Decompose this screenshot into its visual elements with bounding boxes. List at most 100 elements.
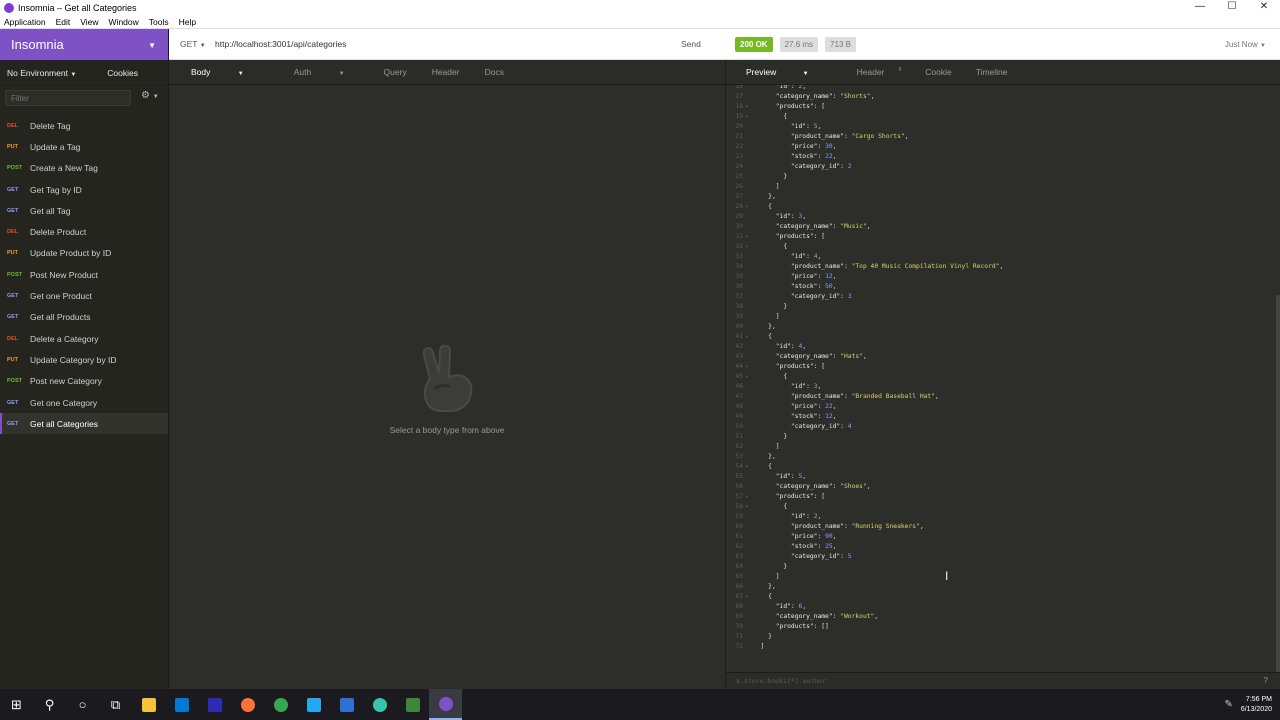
clock[interactable]: 7:56 PM 6/13/2020 <box>1241 695 1272 715</box>
menu-tools[interactable]: Tools <box>149 17 169 27</box>
fold-toggle-icon[interactable]: ▾ <box>743 332 751 342</box>
json-line: 36 "stock": 50, <box>726 282 1003 292</box>
fold-toggle-icon[interactable]: ▾ <box>743 592 751 602</box>
sidebar-request-item[interactable]: GET Get all Categories <box>0 413 168 435</box>
line-number: 40 <box>735 323 743 330</box>
sidebar-request-item[interactable]: PUT Update a Tag <box>0 136 168 157</box>
tab-cookie[interactable]: Cookie <box>925 67 951 77</box>
fold-toggle-icon <box>743 432 751 442</box>
close-button[interactable]: ✕ <box>1248 0 1280 15</box>
menu-window[interactable]: Window <box>109 17 139 27</box>
fold-toggle-icon[interactable]: ▾ <box>743 112 751 122</box>
json-text: "id": 3, <box>790 383 822 390</box>
fold-toggle-icon[interactable]: ▾ <box>743 502 751 512</box>
fold-toggle-icon[interactable]: ▾ <box>743 232 751 242</box>
menu-help[interactable]: Help <box>179 17 196 27</box>
json-text: "stock": 50, <box>790 283 837 290</box>
menu-application[interactable]: Application <box>4 17 46 27</box>
json-line: 71 } <box>726 632 1003 642</box>
search-icon[interactable]: ⚲ <box>33 689 66 720</box>
sidebar-request-item[interactable]: DEL Delete a Category <box>0 328 168 349</box>
clock-date: 6/13/2020 <box>1240 705 1272 713</box>
store-icon[interactable] <box>165 689 198 720</box>
response-filter-input[interactable]: $.store.books[*].author <box>736 677 826 685</box>
tab-body[interactable]: Body ▼ <box>180 67 258 77</box>
request-method-badge: GET <box>7 420 19 427</box>
tab-response-header[interactable]: Header 8 <box>847 67 902 77</box>
line-number: 48 <box>735 403 743 410</box>
tab-query[interactable]: Query <box>384 67 407 77</box>
json-viewer: 16 "id": 2, 17 "category_name": "Shorts",… <box>726 85 1003 652</box>
peace-hand-icon <box>422 345 473 412</box>
sidebar-request-item[interactable]: PUT Update Category by ID <box>0 349 168 370</box>
help-icon[interactable]: ? <box>1264 673 1268 689</box>
fold-toggle-icon <box>743 192 751 202</box>
sidebar-request-item[interactable]: POST Create a New Tag <box>0 158 168 179</box>
start-icon[interactable]: ⊞ <box>0 689 33 720</box>
workspace-dropdown[interactable]: Insomnia ▼ <box>0 29 168 60</box>
request-method-badge: GET <box>7 399 19 406</box>
file-explorer-icon[interactable] <box>132 689 165 720</box>
response-preview-pane[interactable]: 16 "id": 2, 17 "category_name": "Shorts",… <box>725 85 1280 672</box>
json-text: { <box>753 463 772 470</box>
json-text: ] <box>753 643 765 650</box>
fold-toggle-icon[interactable]: ▾ <box>743 492 751 502</box>
gear-icon[interactable]: ⚙ ▼ <box>141 90 159 101</box>
fold-toggle-icon[interactable]: ▾ <box>743 372 751 382</box>
send-button[interactable]: Send <box>681 39 725 49</box>
tab-header[interactable]: Header <box>432 67 460 77</box>
firefox-icon[interactable] <box>231 689 264 720</box>
sidebar-request-item[interactable]: DEL Delete Product <box>0 221 168 242</box>
json-text: "category_id": 5 <box>790 553 852 560</box>
sidebar-filter-input[interactable] <box>5 90 131 106</box>
fold-toggle-icon[interactable]: ▾ <box>743 242 751 252</box>
slack-icon-glyph <box>372 697 387 712</box>
task-view-icon[interactable]: ⧉ <box>99 689 132 720</box>
chrome-icon[interactable] <box>264 689 297 720</box>
sidebar-request-item[interactable]: POST Post New Product <box>0 264 168 285</box>
tab-auth[interactable]: Auth ▼ <box>283 67 359 77</box>
json-text: "price": 90, <box>790 533 837 540</box>
menu-edit[interactable]: Edit <box>56 17 71 27</box>
pen-icon[interactable]: ✎ <box>1224 699 1232 710</box>
insomnia-icon[interactable] <box>429 689 462 720</box>
fold-toggle-icon[interactable]: ▾ <box>743 102 751 112</box>
fold-toggle-icon <box>743 262 751 272</box>
sidebar-request-item[interactable]: GET Get one Product <box>0 285 168 306</box>
fold-toggle-icon[interactable]: ▾ <box>743 362 751 372</box>
history-dropdown[interactable]: Just Now ▼ <box>1225 40 1266 49</box>
node-icon[interactable] <box>396 689 429 720</box>
tab-docs[interactable]: Docs <box>485 67 504 77</box>
cortana-icon[interactable]: ○ <box>66 689 99 720</box>
json-line: 21 "product_name": "Cargo Shorts", <box>726 132 1003 142</box>
sidebar-request-item[interactable]: PUT Update Product by ID <box>0 243 168 264</box>
json-text: { <box>753 243 788 250</box>
request-label: Get all Products <box>30 312 91 323</box>
url-input[interactable]: http://localhost:3001/api/categories <box>215 39 681 49</box>
fold-toggle-icon[interactable]: ▾ <box>743 462 751 472</box>
minimize-button[interactable]: — <box>1184 0 1216 15</box>
json-line: 69 "category_name": "Workout", <box>726 612 1003 622</box>
environment-dropdown[interactable]: No Environment ▼ <box>7 68 76 78</box>
sidebar-request-item[interactable]: DEL Delete Tag <box>0 115 168 136</box>
response-scrollbar[interactable] <box>1276 295 1280 672</box>
amazon-music-icon-glyph <box>207 697 222 712</box>
amazon-music-icon[interactable] <box>198 689 231 720</box>
sidebar-request-item[interactable]: GET Get all Products <box>0 307 168 328</box>
sidebar-request-item[interactable]: GET Get one Category <box>0 392 168 413</box>
maximize-button[interactable]: ☐ <box>1216 0 1248 15</box>
method-dropdown[interactable]: GET ▼ <box>169 39 215 49</box>
line-number: 28 <box>735 203 743 210</box>
sidebar-request-item[interactable]: GET Get all Tag <box>0 200 168 221</box>
tab-timeline[interactable]: Timeline <box>976 67 1008 77</box>
sidebar-request-item[interactable]: POST Post new Category <box>0 371 168 392</box>
fold-toggle-icon[interactable]: ▾ <box>743 202 751 212</box>
line-number: 52 <box>735 443 743 450</box>
menu-view[interactable]: View <box>80 17 98 27</box>
slack-icon[interactable] <box>363 689 396 720</box>
vscode-icon[interactable] <box>297 689 330 720</box>
sourcetree-icon[interactable] <box>330 689 363 720</box>
cookies-button[interactable]: Cookies <box>107 68 138 78</box>
tab-preview[interactable]: Preview ▼ <box>736 67 823 77</box>
sidebar-request-item[interactable]: GET Get Tag by ID <box>0 179 168 200</box>
